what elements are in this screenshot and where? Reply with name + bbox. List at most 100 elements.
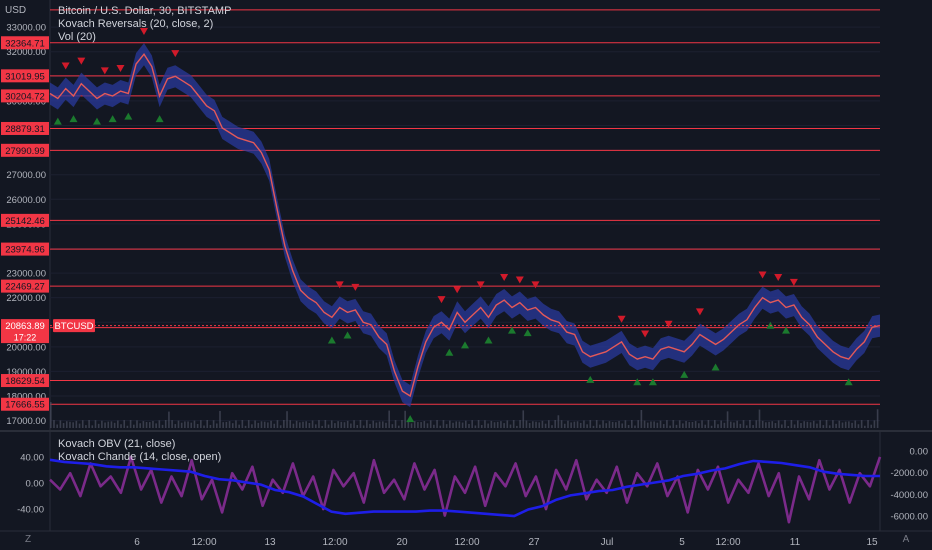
volume-bar: [659, 420, 662, 428]
volume-bar: [675, 424, 678, 428]
volume-bar: [682, 423, 684, 428]
volume-bar: [161, 424, 164, 428]
volume-bar: [190, 422, 193, 428]
level-price-label: 30204.72: [5, 91, 45, 102]
volume-bar: [669, 425, 671, 428]
volume-bar: [656, 422, 659, 428]
volume-bar: [589, 420, 592, 428]
volume-bar: [433, 424, 435, 428]
indicator-legend-volume[interactable]: Vol (20): [58, 31, 96, 43]
volume-bar: [860, 420, 863, 428]
volume-bar: [726, 411, 729, 428]
time-tick-label: 12:00: [715, 537, 740, 548]
price-tick-label: 17000.00: [6, 416, 46, 427]
volume-bar: [525, 420, 528, 428]
volume-bar: [219, 410, 221, 428]
price-tick-label: 23000.00: [6, 269, 46, 280]
volume-bar: [343, 422, 346, 428]
volume-bar: [458, 421, 461, 428]
volume-bar: [592, 425, 595, 428]
volume-bar: [745, 425, 748, 428]
volume-bar: [216, 423, 218, 428]
volume-bar: [139, 423, 141, 428]
volume-bar: [244, 425, 247, 428]
level-price-label: 18629.54: [5, 376, 45, 387]
volume-bar: [401, 420, 403, 428]
chart-canvas[interactable]: 33000.0032000.0031000.0030000.0029000.00…: [0, 0, 932, 550]
volume-bar: [283, 420, 285, 428]
time-tick-label: 15: [866, 537, 878, 548]
volume-bar: [471, 420, 473, 428]
volume-bar: [793, 424, 796, 428]
volume-bar: [238, 424, 240, 428]
volume-bar: [94, 420, 97, 428]
volume-bar: [528, 422, 531, 428]
volume-bar: [503, 423, 505, 428]
symbol-title[interactable]: Bitcoin / U.S. Dollar, 30, BITSTAMP: [58, 5, 231, 17]
volume-bar: [720, 420, 722, 428]
volume-bar: [551, 425, 553, 428]
volume-bar: [496, 421, 499, 428]
volume-bar: [573, 421, 576, 428]
volume-bar: [876, 409, 879, 428]
volume-bar: [270, 420, 272, 428]
auto-scale-icon[interactable]: A: [899, 533, 913, 547]
volume-bar: [59, 420, 62, 428]
volume-bar: [822, 425, 825, 428]
volume-bar: [53, 420, 55, 428]
volume-bar: [110, 421, 113, 428]
volume-bar: [864, 425, 866, 428]
volume-bar: [426, 423, 429, 428]
volume-bar: [314, 424, 317, 428]
price-tick-label: 26000.00: [6, 195, 46, 206]
volume-bar: [532, 421, 534, 428]
volume-bar: [276, 420, 279, 428]
volume-bar: [231, 423, 234, 428]
volume-bar: [739, 423, 742, 428]
volume-bar: [366, 420, 368, 428]
volume-bar: [516, 425, 518, 428]
lower-right-tick-label: -4000.00: [890, 490, 928, 501]
volume-bar: [624, 420, 627, 428]
volume-bar: [465, 420, 467, 428]
volume-bar: [452, 422, 454, 428]
volume-bar: [362, 425, 365, 428]
zoom-toggle-icon[interactable]: Z: [21, 533, 35, 547]
volume-bar: [698, 423, 700, 428]
volume-bar: [838, 420, 841, 428]
volume-bar: [420, 422, 422, 428]
volume-bar: [583, 420, 585, 428]
volume-bar: [286, 411, 288, 428]
volume-bar: [404, 410, 406, 428]
volume-bar: [605, 423, 608, 428]
indicator-legend-reversals[interactable]: Kovach Reversals (20, close, 2): [58, 18, 213, 30]
volume-bar: [870, 424, 873, 428]
volume-bar: [832, 420, 834, 428]
time-tick-label: 13: [264, 537, 276, 548]
volume-bar: [289, 420, 292, 428]
volume-bar: [203, 425, 205, 428]
volume-bar: [75, 420, 78, 428]
volume-bar: [650, 421, 652, 428]
volume-bar: [634, 425, 636, 428]
volume-bar: [570, 422, 572, 428]
volume-bar: [148, 422, 151, 428]
volume-bar: [742, 420, 745, 428]
indicator-legend-chande[interactable]: Kovach Chande (14, close, open): [58, 451, 221, 463]
volume-bar: [152, 420, 154, 428]
volume-bar: [429, 420, 432, 428]
volume-bar: [806, 421, 809, 428]
level-price-label: 17666.55: [5, 400, 45, 411]
indicator-legend-obv[interactable]: Kovach OBV (21, close): [58, 438, 175, 450]
volume-bar: [653, 421, 655, 428]
volume-bar: [436, 420, 438, 428]
volume-bar: [646, 422, 649, 428]
volume-bar: [557, 415, 560, 428]
volume-bar: [78, 423, 81, 428]
level-price-label: 22469.27: [5, 282, 45, 293]
volume-bar: [180, 422, 183, 428]
volume-bar: [391, 424, 394, 428]
volume-bar: [372, 420, 375, 428]
volume-bar: [382, 421, 384, 428]
volume-bar: [330, 420, 333, 428]
